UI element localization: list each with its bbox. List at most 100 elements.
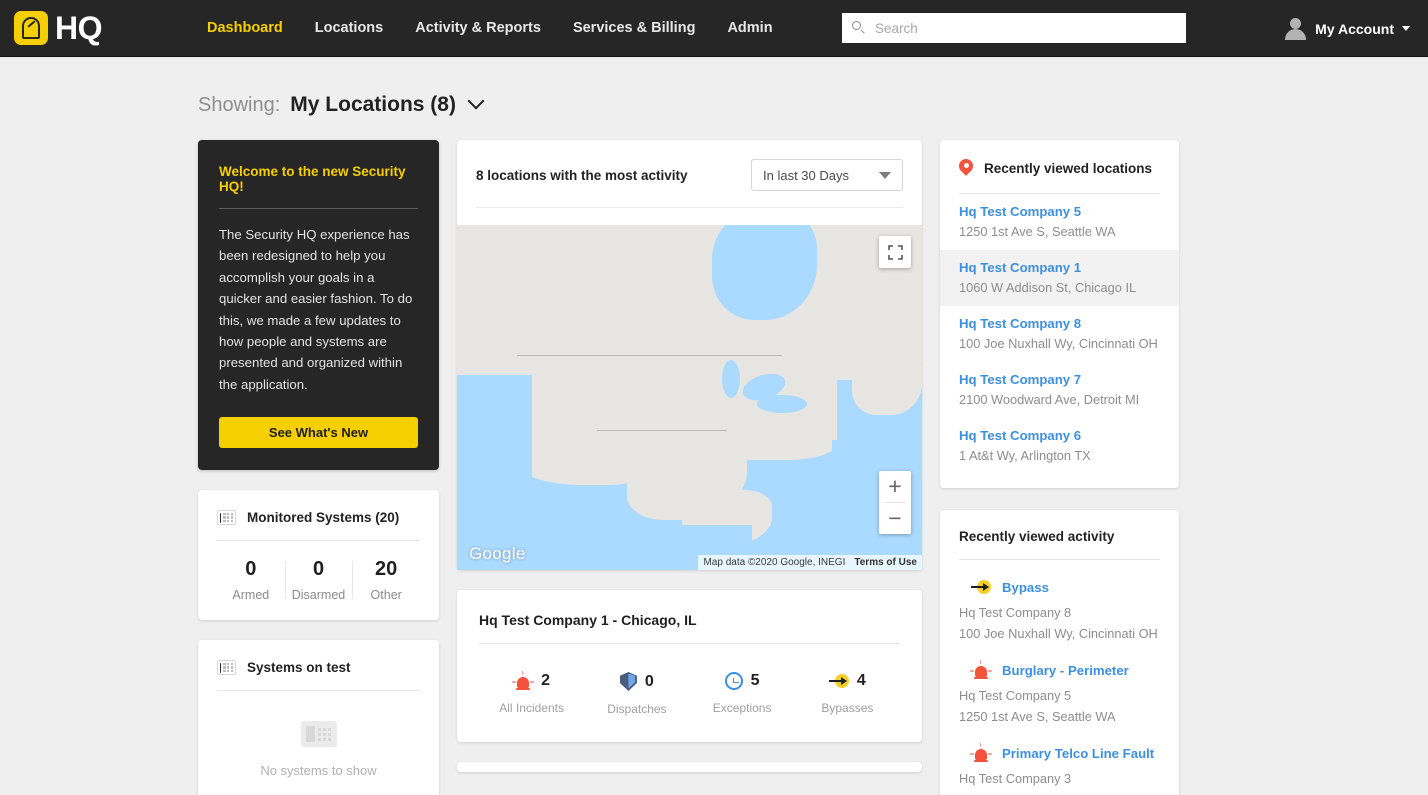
siren-icon: [970, 743, 992, 762]
list-item[interactable]: Bypass Hq Test Company 8 100 Joe Nuxhall…: [940, 578, 1179, 642]
showing-selector: Showing: My Locations (8): [198, 92, 1428, 117]
welcome-body: The Security HQ experience has been rede…: [219, 227, 413, 392]
search-icon: [852, 21, 866, 35]
chevron-down-icon: [879, 171, 891, 179]
next-card-partial: [457, 762, 922, 772]
location-summary-title: Hq Test Company 1 - Chicago, IL: [479, 612, 697, 628]
account-menu[interactable]: My Account: [1285, 0, 1410, 57]
nav-item-admin[interactable]: Admin: [727, 20, 772, 36]
dashboard-grid: Welcome to the new Security HQ! The Secu…: [198, 140, 1428, 795]
metric-exceptions[interactable]: 5 Exceptions: [690, 672, 795, 716]
empty-state-text: No systems to show: [260, 763, 377, 778]
metric-value: 4: [856, 672, 866, 689]
monitored-stats: 0 Armed 0 Disarmed 20 Other: [217, 558, 420, 602]
recently-viewed-activity-card: Recently viewed activity Bypass Hq Test …: [940, 510, 1179, 795]
activity-address: 1250 1st Ave S, Seattle WA: [959, 709, 1116, 724]
list-item[interactable]: Hq Test Company 6 1 At&t Wy, Arlington T…: [940, 418, 1179, 474]
nav-item-activity-reports[interactable]: Activity & Reports: [415, 20, 541, 36]
location-name[interactable]: Hq Test Company 1: [959, 260, 1160, 275]
app-logo[interactable]: HQ: [14, 10, 103, 46]
activity-company: Hq Test Company 3: [959, 771, 1072, 786]
map-zoom-out-button[interactable]: −: [879, 503, 911, 534]
chevron-down-icon: [1402, 26, 1410, 31]
recently-viewed-locations-card: Recently viewed locations Hq Test Compan…: [940, 140, 1179, 488]
location-name[interactable]: Hq Test Company 6: [959, 428, 1160, 443]
stat-label: Armed: [232, 588, 270, 602]
main-nav: Dashboard Locations Activity & Reports S…: [207, 20, 773, 36]
keypad-placeholder-icon: [300, 721, 337, 747]
metric-label: All Incidents: [499, 701, 564, 715]
activity-name[interactable]: Burglary - Perimeter: [1002, 663, 1129, 678]
systems-on-test-title: Systems on test: [247, 660, 351, 675]
divider: [217, 540, 420, 541]
divider: [476, 207, 903, 208]
see-whats-new-button[interactable]: See What's New: [219, 417, 418, 448]
activity-map-card: 8 locations with the most activity In la…: [457, 140, 922, 570]
nav-item-locations[interactable]: Locations: [315, 20, 383, 36]
empty-state: No systems to show: [217, 691, 420, 784]
keypad-icon: [217, 660, 236, 675]
siren-icon: [970, 660, 992, 679]
stat-value: 0: [245, 558, 257, 580]
metric-all-incidents[interactable]: 2 All Incidents: [479, 671, 584, 716]
location-summary-card: Hq Test Company 1 - Chicago, IL 2 All In…: [457, 590, 922, 742]
metric-value: 0: [644, 672, 654, 690]
bypass-icon: [828, 672, 849, 690]
location-address: 1 At&t Wy, Arlington TX: [959, 448, 1091, 463]
map-attribution: Map data ©2020 Google, INEGI Terms of Us…: [698, 555, 922, 570]
bypass-icon: [971, 578, 991, 596]
list-item[interactable]: Burglary - Perimeter Hq Test Company 5 1…: [940, 660, 1179, 724]
list-item[interactable]: Hq Test Company 8 100 Joe Nuxhall Wy, Ci…: [940, 306, 1179, 362]
metric-label: Bypasses: [821, 701, 874, 715]
account-label: My Account: [1315, 20, 1394, 37]
showing-value[interactable]: My Locations (8): [290, 93, 456, 117]
location-name[interactable]: Hq Test Company 8: [959, 316, 1160, 331]
location-address: 2100 Woodward Ave, Detroit MI: [959, 392, 1140, 407]
list-item[interactable]: Hq Test Company 1 1060 W Addison St, Chi…: [940, 250, 1179, 306]
map-attribution-text: Map data ©2020 Google, INEGI: [703, 557, 846, 568]
nav-item-services-billing[interactable]: Services & Billing: [573, 20, 696, 36]
stat-label: Other: [370, 588, 402, 602]
top-navigation-bar: HQ Dashboard Locations Activity & Report…: [0, 0, 1428, 57]
map-zoom-controls: + −: [879, 471, 911, 534]
monitored-systems-card: Monitored Systems (20) 0 Armed 0 Disarme…: [198, 490, 439, 620]
metric-bypasses[interactable]: 4 Bypasses: [795, 672, 900, 716]
map-pin-icon: [956, 156, 976, 178]
stat-label: Disarmed: [291, 588, 346, 602]
search-input[interactable]: [875, 20, 1176, 36]
date-range-select[interactable]: In last 30 Days: [751, 159, 903, 191]
metric-dispatches[interactable]: 0 Dispatches: [584, 672, 689, 716]
terms-of-use-link[interactable]: Terms of Use: [854, 557, 917, 568]
stat-value: 20: [375, 558, 398, 580]
activity-name[interactable]: Primary Telco Line Fault: [1002, 746, 1154, 761]
location-name[interactable]: Hq Test Company 5: [959, 204, 1160, 219]
middle-column: 8 locations with the most activity In la…: [457, 140, 922, 772]
metric-label: Exceptions: [712, 701, 772, 715]
location-address: 100 Joe Nuxhall Wy, Cincinnati OH: [959, 336, 1158, 351]
divider: [219, 208, 418, 209]
left-column: Welcome to the new Security HQ! The Secu…: [198, 140, 439, 795]
search-box[interactable]: [842, 13, 1186, 43]
location-name[interactable]: Hq Test Company 7: [959, 372, 1160, 387]
location-address: 1250 1st Ave S, Seattle WA: [959, 224, 1116, 239]
stat-value: 0: [312, 558, 325, 580]
list-item[interactable]: Primary Telco Line Fault Hq Test Company…: [940, 743, 1179, 795]
activity-company: Hq Test Company 5: [959, 688, 1072, 703]
metric-value: 5: [750, 672, 760, 689]
map-fullscreen-button[interactable]: [879, 236, 911, 268]
locations-map[interactable]: + − Google Map data ©2020 Google, INEGI …: [457, 225, 922, 570]
card-header: Monitored Systems (20): [217, 510, 420, 525]
date-range-value: In last 30 Days: [763, 167, 849, 183]
nav-item-dashboard[interactable]: Dashboard: [207, 20, 283, 36]
logo-text: HQ: [55, 10, 103, 46]
systems-on-test-card: Systems on test No systems to show: [198, 640, 439, 795]
monitored-systems-title: Monitored Systems (20): [247, 510, 400, 525]
list-item[interactable]: Hq Test Company 7 2100 Woodward Ave, Det…: [940, 362, 1179, 418]
chevron-down-icon[interactable]: [467, 92, 485, 110]
metric-label: Dispatches: [607, 702, 667, 716]
map-zoom-in-button[interactable]: +: [879, 471, 911, 502]
activity-name[interactable]: Bypass: [1002, 580, 1049, 595]
location-address: 1060 W Addison St, Chicago IL: [959, 280, 1137, 295]
list-item[interactable]: Hq Test Company 5 1250 1st Ave S, Seattl…: [940, 194, 1179, 250]
hq-logo-icon: [14, 11, 48, 45]
